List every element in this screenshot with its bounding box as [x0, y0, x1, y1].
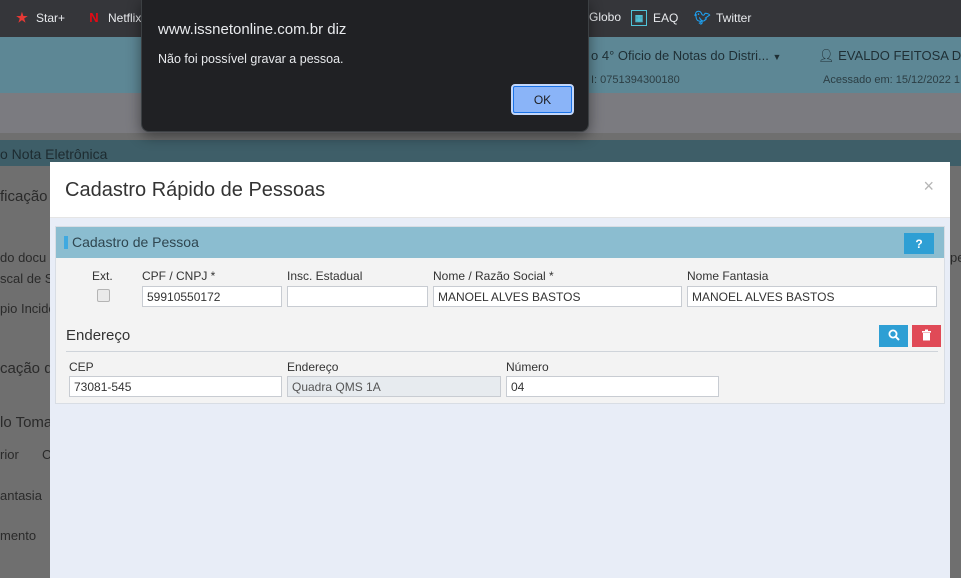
- behind-text: mento: [0, 528, 37, 543]
- quick-register-modal: Cadastro Rápido de Pessoas × Cadastro de…: [50, 162, 950, 578]
- user-menu[interactable]: 👤︎ EVALDO FEITOSA DO: [818, 48, 961, 64]
- panel-accent: [64, 236, 68, 249]
- cpf-input[interactable]: [142, 286, 282, 307]
- cep-label: CEP: [69, 360, 94, 374]
- bookmark-eaq[interactable]: ▦ EAQ: [631, 10, 678, 26]
- netflix-icon: N: [89, 10, 99, 25]
- close-icon[interactable]: ×: [923, 176, 934, 197]
- alert-message: Não foi possível gravar a pessoa.: [158, 52, 344, 66]
- behind-text: lo Toma: [0, 414, 53, 431]
- nome-label: Nome / Razão Social *: [433, 269, 554, 283]
- numero-input[interactable]: [506, 376, 719, 397]
- access-date: Acessado em: 15/12/2022 1: [823, 74, 960, 86]
- eaq-icon: ▦: [631, 10, 647, 26]
- bookmark-netflix[interactable]: N Netflix: [86, 10, 141, 26]
- delete-address-button[interactable]: [912, 325, 941, 347]
- search-address-button[interactable]: [879, 325, 908, 347]
- behind-text: rior: [0, 447, 19, 462]
- insc-label: Insc. Estadual: [287, 269, 363, 283]
- bookmark-globo[interactable]: Globo: [589, 10, 621, 24]
- bookmark-label: Netflix: [108, 11, 142, 25]
- office-label: o 4° Oficio de Notas do Distri...: [591, 48, 769, 63]
- help-button[interactable]: ?: [904, 233, 934, 254]
- bookmark-label: EAQ: [653, 11, 679, 25]
- nota-bar-title: o Nota Eletrônica: [0, 146, 108, 162]
- twitter-icon: 🐦︎: [694, 10, 711, 25]
- user-icon: 👤︎: [818, 48, 835, 63]
- bookmark-twitter[interactable]: 🐦︎ Twitter: [694, 10, 751, 26]
- chevron-down-icon: ▼: [772, 52, 782, 62]
- office-id: I: 0751394300180: [591, 74, 680, 86]
- panel-title: Cadastro de Pessoa: [72, 234, 199, 250]
- insc-input[interactable]: [287, 286, 428, 307]
- alert-dialog: www.issnetonline.com.br diz Não foi poss…: [141, 0, 589, 132]
- bookmark-label: Globo: [589, 10, 622, 24]
- cep-input[interactable]: [69, 376, 282, 397]
- panel-heading: Cadastro de Pessoa ?: [56, 227, 944, 258]
- behind-text: do docu: [0, 250, 47, 265]
- endereco-label: Endereço: [287, 360, 339, 374]
- trash-icon: [922, 329, 931, 340]
- fantasia-label: Nome Fantasia: [687, 269, 769, 283]
- ext-checkbox[interactable]: [97, 289, 110, 302]
- section-divider: [66, 351, 938, 352]
- bookmark-label: Twitter: [716, 11, 752, 25]
- numero-label: Número: [506, 360, 549, 374]
- ext-label: Ext.: [92, 269, 113, 283]
- endereco-section-title: Endereço: [66, 327, 131, 344]
- office-selector[interactable]: o 4° Oficio de Notas do Distri... ▼: [591, 48, 781, 63]
- ok-button[interactable]: OK: [511, 84, 574, 115]
- modal-header: Cadastro Rápido de Pessoas ×: [50, 162, 950, 218]
- bookmark-star-plus[interactable]: ★ Star+: [14, 10, 65, 26]
- alert-origin: www.issnetonline.com.br diz: [158, 21, 347, 38]
- person-panel: Cadastro de Pessoa ? Ext. CPF / CNPJ * I…: [55, 226, 945, 404]
- modal-body: Cadastro de Pessoa ? Ext. CPF / CNPJ * I…: [50, 218, 950, 578]
- star-icon: ★: [16, 10, 28, 25]
- behind-text: antasia: [0, 488, 42, 503]
- search-icon: [888, 329, 900, 341]
- bookmark-label: Star+: [36, 11, 66, 25]
- cpf-label: CPF / CNPJ *: [142, 269, 216, 283]
- user-name: EVALDO FEITOSA DO: [838, 48, 961, 63]
- behind-text: pio Incidê: [0, 301, 56, 316]
- fantasia-input[interactable]: [687, 286, 937, 307]
- behind-text: pe: [950, 250, 961, 265]
- nome-input[interactable]: [433, 286, 682, 307]
- modal-title: Cadastro Rápido de Pessoas: [65, 179, 326, 201]
- behind-text: ficação: [0, 188, 48, 205]
- endereco-input: [287, 376, 501, 397]
